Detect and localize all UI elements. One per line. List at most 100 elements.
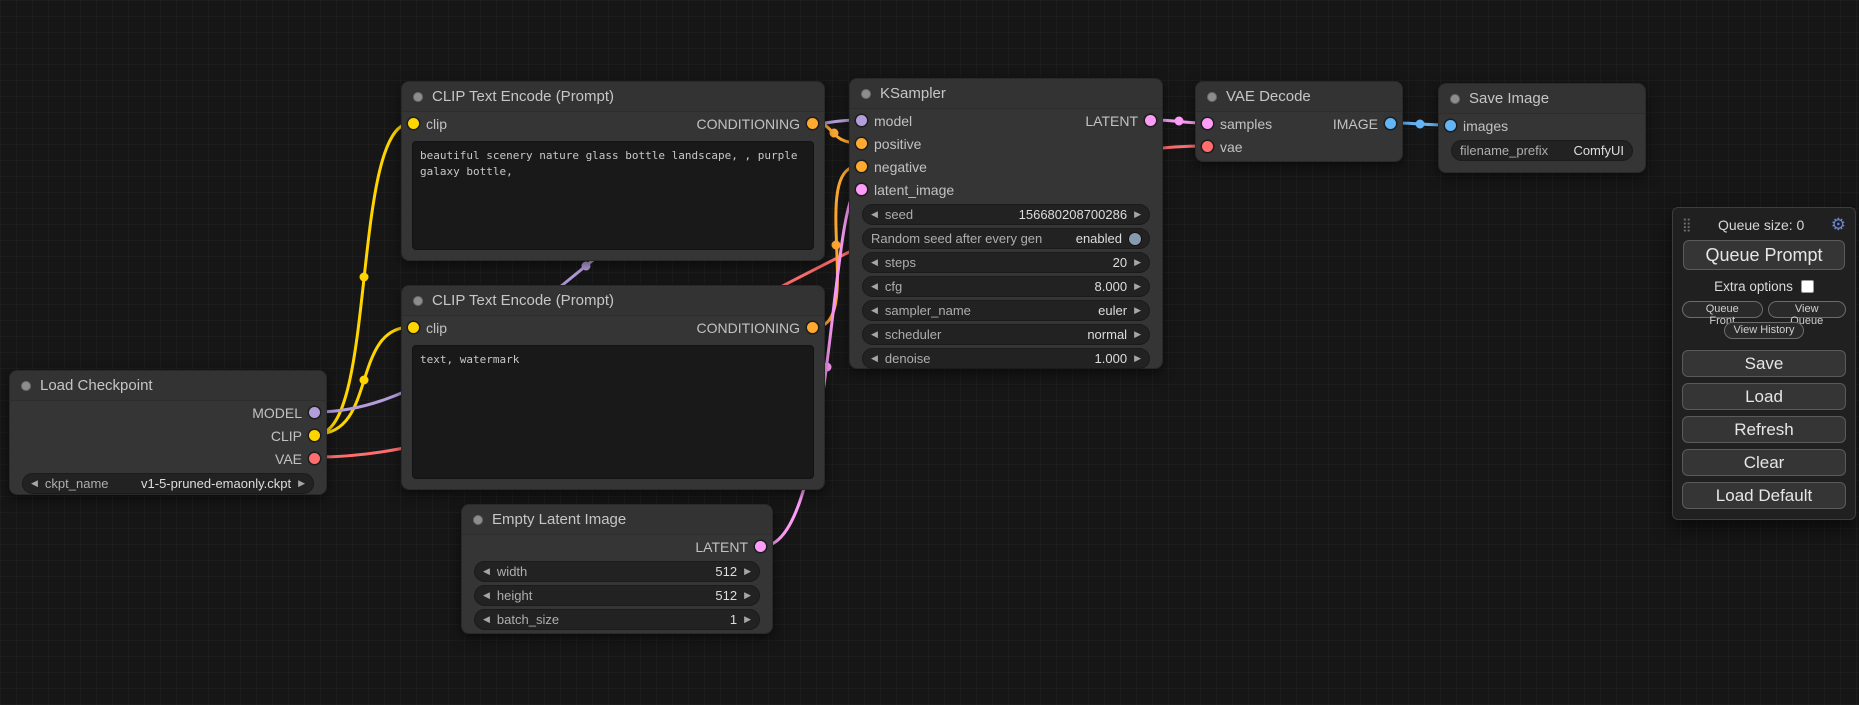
node-title-bar[interactable]: CLIP Text Encode (Prompt) [402, 82, 824, 112]
right-arrow-icon[interactable]: ▶ [744, 615, 751, 624]
input-slot-label: samples [1220, 116, 1272, 132]
sampler-name-widget[interactable]: ◀ sampler_name euler ▶ [862, 300, 1150, 321]
queue-size-label: Queue size: 0 [1698, 217, 1825, 233]
node-title: Load Checkpoint [40, 377, 153, 394]
node-save-image[interactable]: Save Image images filename_prefix ComfyU… [1438, 83, 1646, 173]
images-input-slot-dot[interactable] [1445, 120, 1456, 131]
input-slot-label: negative [874, 159, 927, 175]
node-title-bar[interactable]: Load Checkpoint [10, 371, 326, 401]
save-button[interactable]: Save [1682, 350, 1846, 377]
random-seed-toggle-widget[interactable]: Random seed after every gen enabled [862, 228, 1150, 249]
view-history-button[interactable]: View History [1724, 322, 1805, 339]
height-widget[interactable]: ◀ height 512 ▶ [474, 585, 760, 606]
node-load-checkpoint[interactable]: Load Checkpoint MODEL CLIP VAE ◀ ckpt_na… [9, 370, 327, 495]
input-slot-label: model [874, 113, 912, 129]
collapse-dot-icon[interactable] [413, 92, 423, 102]
queue-prompt-button[interactable]: Queue Prompt [1683, 240, 1845, 270]
settings-gear-icon[interactable]: ⚙ [1831, 216, 1846, 233]
graph-canvas[interactable]: Load Checkpoint MODEL CLIP VAE ◀ ckpt_na… [0, 0, 1859, 705]
node-title-bar[interactable]: VAE Decode [1196, 82, 1402, 112]
collapse-dot-icon[interactable] [413, 296, 423, 306]
seed-widget[interactable]: ◀ seed 156680208700286 ▶ [862, 204, 1150, 225]
left-arrow-icon[interactable]: ◀ [871, 306, 878, 315]
left-arrow-icon[interactable]: ◀ [871, 210, 878, 219]
collapse-dot-icon[interactable] [21, 381, 31, 391]
left-arrow-icon[interactable]: ◀ [483, 567, 490, 576]
right-arrow-icon[interactable]: ▶ [1134, 258, 1141, 267]
left-arrow-icon[interactable]: ◀ [871, 258, 878, 267]
refresh-button[interactable]: Refresh [1682, 416, 1846, 443]
extra-options-checkbox[interactable] [1801, 280, 1814, 293]
node-empty-latent-image[interactable]: Empty Latent Image LATENT ◀ width 512 ▶ … [461, 504, 773, 634]
right-arrow-icon[interactable]: ▶ [744, 567, 751, 576]
conditioning-output-slot-dot[interactable] [807, 118, 818, 129]
output-slot-label: LATENT [1085, 113, 1138, 129]
right-arrow-icon[interactable]: ▶ [1134, 306, 1141, 315]
left-arrow-icon[interactable]: ◀ [483, 591, 490, 600]
queue-front-button[interactable]: Queue Front [1682, 301, 1763, 318]
node-title-bar[interactable]: Save Image [1439, 84, 1645, 114]
right-arrow-icon[interactable]: ▶ [744, 591, 751, 600]
latent-output-slot-dot[interactable] [755, 541, 766, 552]
drag-handle-icon[interactable]: ⣿ [1682, 217, 1692, 233]
collapse-dot-icon[interactable] [861, 89, 871, 99]
node-title-bar[interactable]: KSampler [850, 79, 1162, 109]
input-slot-label: positive [874, 136, 921, 152]
left-arrow-icon[interactable]: ◀ [871, 282, 878, 291]
clip-input-slot-dot[interactable] [408, 118, 419, 129]
node-clip-text-encode-positive[interactable]: CLIP Text Encode (Prompt) clip CONDITION… [401, 81, 825, 261]
image-output-slot-dot[interactable] [1385, 118, 1396, 129]
latent-output-slot-dot[interactable] [1145, 115, 1156, 126]
steps-widget[interactable]: ◀ steps 20 ▶ [862, 252, 1150, 273]
right-arrow-icon[interactable]: ▶ [1134, 330, 1141, 339]
negative-input-slot-dot[interactable] [856, 161, 867, 172]
width-widget[interactable]: ◀ width 512 ▶ [474, 561, 760, 582]
link-midpoint-dot [830, 129, 839, 138]
extra-options-row: Extra options [1682, 275, 1846, 297]
toggle-indicator-icon[interactable] [1129, 233, 1141, 245]
view-queue-button[interactable]: View Queue [1768, 301, 1847, 318]
extra-options-label: Extra options [1714, 279, 1793, 294]
batch-size-widget[interactable]: ◀ batch_size 1 ▶ [474, 609, 760, 630]
right-arrow-icon[interactable]: ▶ [298, 479, 305, 488]
clear-button[interactable]: Clear [1682, 449, 1846, 476]
cfg-widget[interactable]: ◀ cfg 8.000 ▶ [862, 276, 1150, 297]
load-default-button[interactable]: Load Default [1682, 482, 1846, 509]
collapse-dot-icon[interactable] [1450, 94, 1460, 104]
node-title: Save Image [1469, 90, 1549, 107]
conditioning-output-slot-dot[interactable] [807, 322, 818, 333]
load-button[interactable]: Load [1682, 383, 1846, 410]
node-ksampler[interactable]: KSampler model LATENT positive negative [849, 78, 1163, 369]
model-input-slot-dot[interactable] [856, 115, 867, 126]
ckpt-name-widget[interactable]: ◀ ckpt_name v1-5-pruned-emaonly.ckpt ▶ [22, 473, 314, 494]
output-slot-label: CLIP [271, 428, 302, 444]
clip-output-slot-dot[interactable] [309, 430, 320, 441]
vae-output-slot-dot[interactable] [309, 453, 320, 464]
denoise-widget[interactable]: ◀ denoise 1.000 ▶ [862, 348, 1150, 369]
prompt-textarea[interactable]: text, watermark [412, 345, 814, 479]
node-title-bar[interactable]: Empty Latent Image [462, 505, 772, 535]
node-vae-decode[interactable]: VAE Decode samples IMAGE vae [1195, 81, 1403, 162]
model-output-slot-dot[interactable] [309, 407, 320, 418]
positive-input-slot-dot[interactable] [856, 138, 867, 149]
left-arrow-icon[interactable]: ◀ [31, 479, 38, 488]
right-arrow-icon[interactable]: ▶ [1134, 282, 1141, 291]
clip-input-slot-dot[interactable] [408, 322, 419, 333]
node-clip-text-encode-negative[interactable]: CLIP Text Encode (Prompt) clip CONDITION… [401, 285, 825, 490]
vae-input-slot-dot[interactable] [1202, 141, 1213, 152]
output-slot-label: CONDITIONING [697, 320, 800, 336]
node-title-bar[interactable]: CLIP Text Encode (Prompt) [402, 286, 824, 316]
collapse-dot-icon[interactable] [1207, 92, 1217, 102]
samples-input-slot-dot[interactable] [1202, 118, 1213, 129]
prompt-textarea[interactable]: beautiful scenery nature glass bottle la… [412, 141, 814, 250]
right-arrow-icon[interactable]: ▶ [1134, 210, 1141, 219]
input-slot-label: latent_image [874, 182, 954, 198]
right-arrow-icon[interactable]: ▶ [1134, 354, 1141, 363]
left-arrow-icon[interactable]: ◀ [483, 615, 490, 624]
left-arrow-icon[interactable]: ◀ [871, 330, 878, 339]
left-arrow-icon[interactable]: ◀ [871, 354, 878, 363]
filename-prefix-widget[interactable]: filename_prefix ComfyUI [1451, 140, 1633, 161]
latent-image-input-slot-dot[interactable] [856, 184, 867, 195]
collapse-dot-icon[interactable] [473, 515, 483, 525]
scheduler-widget[interactable]: ◀ scheduler normal ▶ [862, 324, 1150, 345]
